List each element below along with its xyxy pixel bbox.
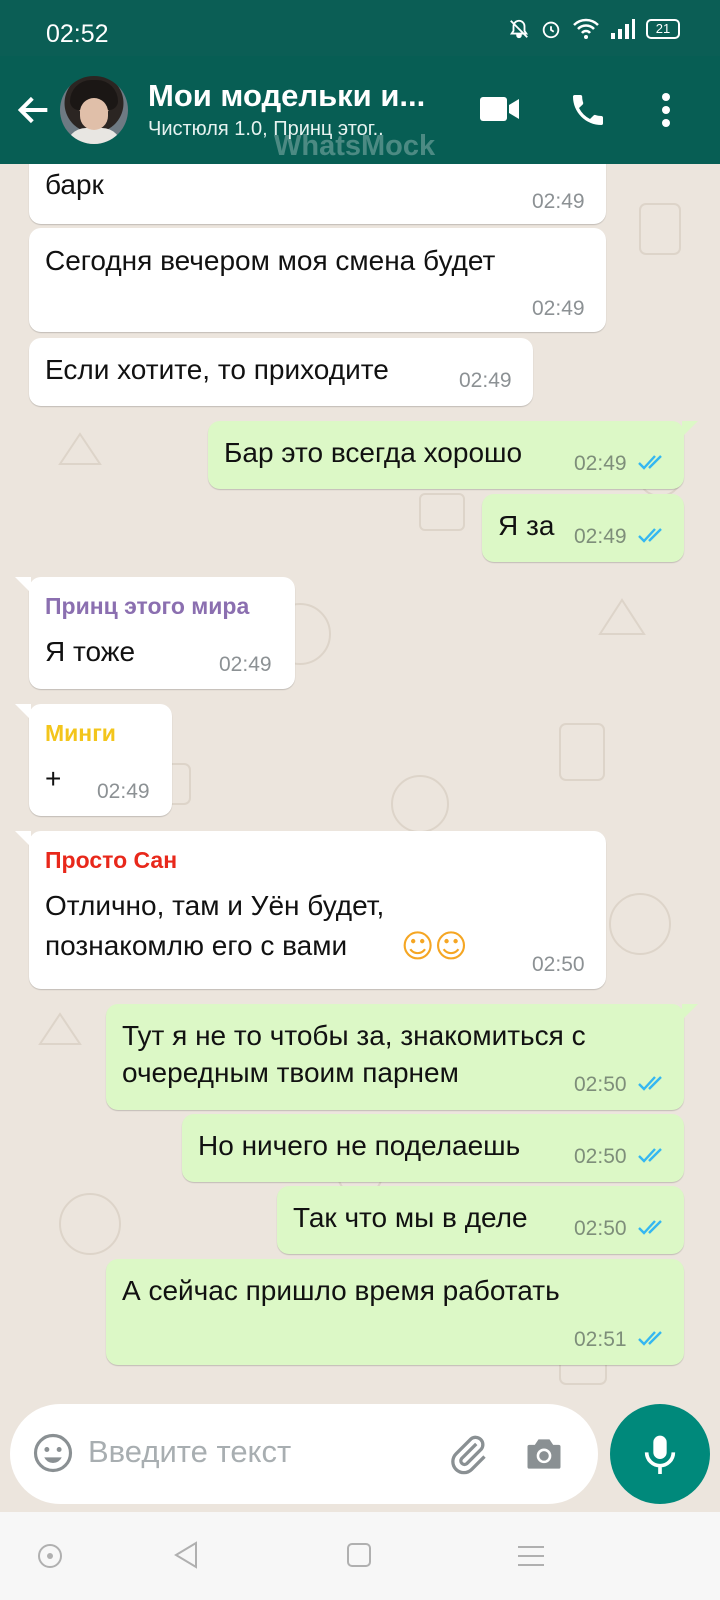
read-ticks-icon xyxy=(638,528,662,543)
message-bubble-incoming[interactable]: Принц этого мира Я тоже 02:49 xyxy=(15,577,295,689)
mute-icon xyxy=(509,19,529,39)
message-text-line-2: очередным твоим парнем xyxy=(122,1057,459,1088)
signal-icon xyxy=(611,19,635,39)
message-bubble-incoming[interactable]: Просто Сан Отлично, там и Уён будет, поз… xyxy=(15,831,606,989)
message-bubble-outgoing[interactable]: Тут я не то чтобы за, знакомиться с очер… xyxy=(106,1004,698,1110)
message-text: барк xyxy=(45,169,104,200)
video-call-icon[interactable] xyxy=(480,92,520,126)
microphone-icon xyxy=(644,1435,676,1474)
message-text: + xyxy=(45,763,62,794)
message-text: Но ничего не поделаешь xyxy=(198,1130,521,1161)
smiling-face-emoji: ☺☺ xyxy=(401,927,468,965)
assistant-nav-icon[interactable] xyxy=(36,1542,64,1570)
message-bubble-outgoing[interactable]: Бар это всегда хорошо 02:49 xyxy=(208,421,698,489)
message-text: Тут я не то чтобы за, знакомиться с xyxy=(122,1020,586,1051)
message-bubble-incoming[interactable]: Если хотите, то приходите 02:49 xyxy=(29,338,533,406)
message-time: 02:50 xyxy=(532,953,585,976)
message-time: 02:50 xyxy=(574,1073,627,1096)
avatar[interactable] xyxy=(60,76,128,144)
back-nav-icon[interactable] xyxy=(172,1540,200,1570)
message-sender: Минги xyxy=(45,720,116,746)
message-sender: Принц этого мира xyxy=(45,593,250,619)
message-time: 02:49 xyxy=(459,369,512,392)
message-text: Сегодня вечером моя смена будет xyxy=(45,245,496,276)
status-time: 02:52 xyxy=(46,20,109,48)
back-arrow-icon[interactable] xyxy=(14,90,54,130)
message-bubble-incoming[interactable]: Минги + 02:49 xyxy=(15,704,172,816)
read-ticks-icon xyxy=(638,455,662,470)
wifi-icon xyxy=(573,18,599,39)
system-nav-bar xyxy=(0,1512,720,1600)
message-time: 02:49 xyxy=(532,297,585,320)
chat-header: Мои модельки и... Чистюля 1.0, Принц это… xyxy=(0,56,720,164)
message-input[interactable]: Введите текст xyxy=(88,1434,291,1470)
message-text: Я за xyxy=(498,510,555,541)
message-time: 02:51 xyxy=(574,1328,627,1351)
message-time: 02:49 xyxy=(97,780,150,803)
message-bubble-incoming[interactable]: барк 02:49 xyxy=(29,164,606,224)
message-list[interactable]: барк 02:49 Сегодня вечером моя смена буд… xyxy=(0,164,720,1400)
message-composer[interactable]: Введите текст xyxy=(10,1404,598,1504)
voice-record-button[interactable] xyxy=(610,1404,710,1504)
message-text: Я тоже xyxy=(45,636,136,667)
message-time: 02:49 xyxy=(532,190,585,213)
message-text: А сейчас пришло время работать xyxy=(122,1275,560,1306)
read-ticks-icon xyxy=(638,1076,662,1091)
message-bubble-outgoing[interactable]: А сейчас пришло время работать 02:51 xyxy=(106,1259,684,1365)
message-time: 02:49 xyxy=(574,452,627,475)
status-icons: 21 xyxy=(508,18,680,40)
message-bubble-incoming[interactable]: Сегодня вечером моя смена будет 02:49 xyxy=(29,228,606,332)
camera-icon[interactable] xyxy=(522,1432,566,1476)
message-text-line-2: познакомлю его с вами xyxy=(45,930,348,961)
emoji-icon[interactable] xyxy=(32,1432,74,1474)
status-bar: 02:52 21 xyxy=(0,0,720,56)
message-time: 02:49 xyxy=(574,525,627,548)
attach-icon[interactable] xyxy=(446,1432,490,1476)
message-text: Так что мы в деле xyxy=(293,1202,528,1233)
message-bubble-outgoing[interactable]: Но ничего не поделаешь 02:50 xyxy=(182,1114,684,1182)
message-time: 02:50 xyxy=(574,1145,627,1168)
message-text: Если хотите, то приходите xyxy=(45,354,389,385)
home-nav-icon[interactable] xyxy=(346,1542,372,1568)
message-bubble-outgoing[interactable]: Я за 02:49 xyxy=(482,494,684,562)
voice-call-icon[interactable] xyxy=(568,90,608,130)
alarm-icon xyxy=(542,21,560,39)
chat-title[interactable]: Мои модельки и... xyxy=(148,78,425,114)
watermark: WhatsMock xyxy=(274,130,436,162)
read-ticks-icon xyxy=(638,1148,662,1163)
battery-icon: 21 xyxy=(646,19,680,39)
message-time: 02:49 xyxy=(219,653,272,676)
read-ticks-icon xyxy=(638,1331,662,1346)
message-text: Бар это всегда хорошо xyxy=(224,437,523,468)
message-bubble-outgoing[interactable]: Так что мы в деле 02:50 xyxy=(277,1186,684,1254)
more-options-icon[interactable] xyxy=(660,90,672,130)
message-sender: Просто Сан xyxy=(45,847,178,873)
read-ticks-icon xyxy=(638,1220,662,1235)
menu-nav-icon[interactable] xyxy=(516,1544,546,1568)
message-time: 02:50 xyxy=(574,1217,627,1240)
message-text: Отлично, там и Уён будет, xyxy=(45,890,385,921)
